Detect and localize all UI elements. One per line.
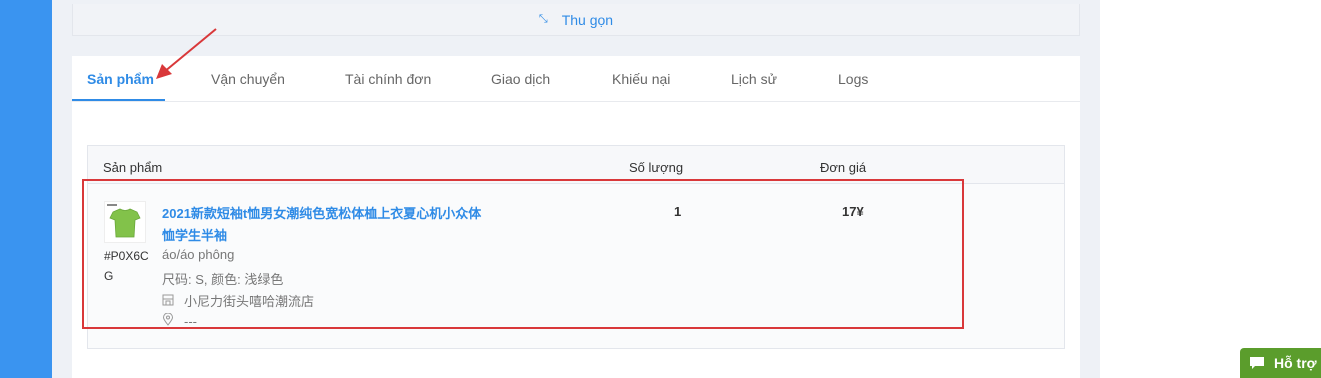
product-thumbnail[interactable] xyxy=(104,201,146,243)
product-code: #P0X6CG xyxy=(104,249,149,283)
collapse-button[interactable]: ⤡ Thu gọn xyxy=(72,4,1080,36)
tab-history[interactable]: Lịch sử xyxy=(731,71,777,87)
table-row: #P0X6CG 2021新款短袖t恤男女潮纯色宽松体桖上衣夏心机小众体恤学生半袖… xyxy=(88,185,1064,348)
tab-transactions[interactable]: Giao dịch xyxy=(491,71,550,87)
tab-products[interactable]: Sản phẩm xyxy=(87,71,154,87)
shop-name: 小尼力街头嘻哈潮流店 xyxy=(184,294,315,309)
location-info: --- xyxy=(162,312,197,329)
shop-info: 小尼力街头嘻哈潮流店 xyxy=(162,291,314,310)
order-detail-panel: Sản phẩm Vận chuyển Tài chính đơn Giao d… xyxy=(72,56,1080,378)
location-value: --- xyxy=(184,314,197,329)
header-product: Sản phẩm xyxy=(103,160,163,175)
quantity-value: 1 xyxy=(674,204,682,219)
tab-bar: Sản phẩm Vận chuyển Tài chính đơn Giao d… xyxy=(72,56,1080,102)
support-label: Hỗ trợ xyxy=(1274,355,1317,371)
collapse-label: Thu gọn xyxy=(561,11,614,28)
table-header: Sản phẩm Số lượng Đơn giá xyxy=(88,146,1064,184)
product-attributes: 尺码: S, 颜色: 浅绿色 xyxy=(162,272,284,287)
header-unit-price: Đơn giá xyxy=(820,160,867,175)
chat-bubble-icon xyxy=(1250,357,1264,369)
unit-price-value: 17¥ xyxy=(842,204,864,219)
product-category: áo/áo phông xyxy=(162,247,235,262)
collapse-arrows-icon: ⤡ xyxy=(538,13,548,25)
store-icon xyxy=(162,294,176,309)
tab-order-finance[interactable]: Tài chính đơn xyxy=(345,71,431,87)
location-pin-icon xyxy=(162,312,176,329)
left-sidebar xyxy=(0,0,52,378)
tab-shipping[interactable]: Vận chuyển xyxy=(211,71,285,87)
support-chat-button[interactable]: Hỗ trợ xyxy=(1240,348,1321,378)
header-quantity: Số lượng xyxy=(629,160,684,175)
product-table: Sản phẩm Số lượng Đơn giá #P0X6CG 2021新款… xyxy=(87,145,1065,349)
active-tab-indicator xyxy=(72,99,165,101)
product-name-link[interactable]: 2021新款短袖t恤男女潮纯色宽松体桖上衣夏心机小众体恤学生半袖 xyxy=(162,203,492,247)
tab-logs[interactable]: Logs xyxy=(838,71,868,87)
tab-complaints[interactable]: Khiếu nại xyxy=(612,71,670,87)
